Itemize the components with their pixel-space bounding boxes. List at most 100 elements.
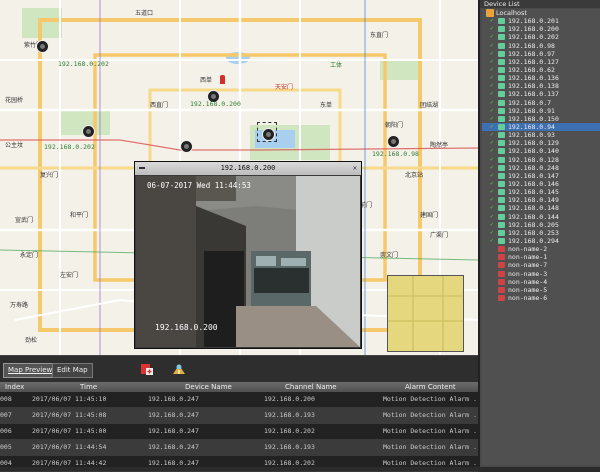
device-tree-item[interactable]: ✓ 192.168.0.253 [482,229,600,237]
device-tree-item[interactable]: non-name-3 [482,270,600,278]
add-hotspot-icon[interactable] [172,362,186,376]
checkmark-icon[interactable]: ✓ [490,42,496,49]
map-camera-icon[interactable] [387,135,400,148]
checkmark-icon[interactable]: ✓ [490,83,496,89]
device-tree-item[interactable]: ✓ 192.168.0.62 [482,66,600,74]
checkmark-icon[interactable]: ✓ [490,172,496,179]
device-tree-item[interactable]: ✓ 192.168.0.147 [482,172,600,180]
checkmark-icon[interactable]: ✓ [490,189,496,195]
device-tree-item[interactable]: non-name-6 [482,294,600,302]
checkmark-icon[interactable]: ✓ [490,237,496,244]
checkmark-icon[interactable]: ✓ [490,107,496,114]
checkmark-icon[interactable]: ✓ [490,91,496,97]
cell-device-name: 192.168.0.247 [148,411,199,419]
device-tree-item[interactable]: ✓ 192.168.0.128 [482,156,600,164]
device-tree-item[interactable]: ✓ 192.168.0.248 [482,164,600,172]
camera-online-icon [498,197,505,204]
device-list-panel: Device List Localhost ✓ 192.168.0.201 ✓ 192… [478,0,600,467]
device-tree-item-label: non-name-4 [508,277,548,286]
device-tree-root[interactable]: Localhost [482,9,600,17]
device-tree-item[interactable]: ✓ 192.168.0.149 [482,196,600,204]
device-tree-item[interactable]: ✓ 192.168.0.136 [482,74,600,82]
cell-time: 2017/06/07 11:45:00 [32,427,107,435]
device-tree-item[interactable]: ✓ 192.168.0.127 [482,58,600,66]
map-camera-icon[interactable] [180,140,193,153]
device-tree-item[interactable]: ✓ 192.168.0.146 [482,180,600,188]
column-header-alarm-content[interactable]: Alarm Content [405,382,456,392]
video-preview-window[interactable]: 192.168.0.200 ✕ 06-07-2017 Wed 11:44:53 … [134,161,362,349]
column-header-time[interactable]: Time [80,382,97,392]
device-tree-item[interactable]: ✓ 192.168.0.202 [482,33,600,41]
device-tree-item[interactable]: ✓ 192.168.0.129 [482,139,600,147]
device-tree-item[interactable]: ✓ 192.168.0.145 [482,188,600,196]
map-view[interactable]: 紫竹院 花园桥 五道口 东直门 西直门 复兴门 北京站 建国门 天安门 前门 永… [0,0,478,355]
device-tree[interactable]: Localhost ✓ 192.168.0.201 ✓ 192.168.0.200 ✓ 1… [482,9,600,465]
checkmark-icon[interactable]: ✓ [490,140,496,146]
table-row[interactable]: 004 2017/06/07 11:44:42 192.168.0.247 19… [0,456,485,472]
device-tree-item[interactable]: ✓ 192.168.0.150 [482,115,600,123]
device-tree-item[interactable]: ✓ 192.168.0.144 [482,213,600,221]
checkmark-icon[interactable]: ✓ [490,34,496,40]
column-header-device-name[interactable]: Device Name [185,382,232,392]
table-row[interactable]: 005 2017/06/07 11:44:54 192.168.0.247 19… [0,440,485,456]
map-camera-icon[interactable] [36,40,49,53]
add-map-icon[interactable] [140,362,154,376]
minimize-icon[interactable] [139,167,145,169]
device-tree-item[interactable]: non-name-4 [482,278,600,286]
device-tree-item[interactable]: ✓ 192.168.0.91 [482,107,600,115]
cell-time: 2017/06/07 11:44:42 [32,459,107,467]
checkmark-icon[interactable]: ✓ [490,221,496,228]
checkmark-icon[interactable]: ✓ [490,50,496,57]
device-tree-item-label: non-name-3 [508,269,548,278]
device-tree-item[interactable]: ✓ 192.168.0.137 [482,90,600,98]
checkmark-icon[interactable]: ✓ [490,115,496,122]
checkmark-icon[interactable]: ✓ [490,18,496,24]
column-header-index[interactable]: Index [5,382,24,392]
table-row[interactable]: 008 2017/06/07 11:45:10 192.168.0.247 19… [0,392,485,408]
device-tree-item[interactable]: non-name-2 [482,245,600,253]
device-tree-item[interactable]: ✓ 192.168.0.200 [482,25,600,33]
checkmark-icon[interactable]: ✓ [490,229,496,236]
video-window-titlebar[interactable]: 192.168.0.200 ✕ [135,162,361,175]
map-overview-thumbnail[interactable] [387,275,464,352]
checkmark-icon[interactable]: ✓ [490,205,496,211]
map-preview-button[interactable]: Map Preview [3,363,58,378]
alarm-table-header: Index Time Device Name Channel Name Alar… [0,382,478,392]
map-pin-icon[interactable] [220,75,225,84]
table-row[interactable]: 007 2017/06/07 11:45:08 192.168.0.247 19… [0,408,485,424]
device-tree-item[interactable]: non-name-7 [482,261,600,269]
device-tree-item[interactable]: ✓ 192.168.0.93 [482,131,600,139]
device-tree-item[interactable]: ✓ 192.168.0.205 [482,221,600,229]
checkmark-icon[interactable]: ✓ [490,58,496,65]
device-tree-item[interactable]: non-name-1 [482,253,600,261]
table-row[interactable]: 006 2017/06/07 11:45:00 192.168.0.247 19… [0,424,485,440]
device-tree-item[interactable]: ✓ 192.168.0.140 [482,147,600,155]
checkmark-icon[interactable]: ✓ [490,75,496,81]
checkmark-icon[interactable]: ✓ [490,164,496,171]
checkmark-icon[interactable]: ✓ [490,180,496,187]
checkmark-icon[interactable]: ✓ [490,213,496,220]
checkmark-icon[interactable]: ✓ [490,99,496,106]
device-tree-item[interactable]: ✓ 192.168.0.7 [482,99,600,107]
checkmark-icon[interactable]: ✓ [490,123,496,130]
map-camera-icon[interactable] [82,125,95,138]
column-header-channel-name[interactable]: Channel Name [285,382,337,392]
map-place-label: 花园桥 [5,97,24,104]
device-tree-item[interactable]: ✓ 192.168.0.98 [482,42,600,50]
camera-online-icon [498,156,505,163]
checkmark-icon[interactable]: ✓ [490,132,496,138]
close-icon[interactable]: ✕ [353,162,357,175]
device-tree-item[interactable]: ✓ 192.168.0.97 [482,50,600,58]
checkmark-icon[interactable]: ✓ [490,197,496,203]
checkmark-icon[interactable]: ✓ [490,156,496,163]
device-tree-item[interactable]: ✓ 192.168.0.138 [482,82,600,90]
device-tree-item[interactable]: ✓ 192.168.0.201 [482,17,600,25]
edit-map-button[interactable]: Edit Map [52,363,93,378]
device-tree-item[interactable]: non-name-5 [482,286,600,294]
checkmark-icon[interactable]: ✓ [490,26,496,32]
device-tree-item[interactable]: ✓ 192.168.0.294 [482,237,600,245]
device-tree-item[interactable]: ✓ 192.168.0.94 [482,122,600,132]
checkmark-icon[interactable]: ✓ [490,66,496,73]
checkmark-icon[interactable]: ✓ [490,148,496,154]
device-tree-item[interactable]: ✓ 192.168.0.148 [482,204,600,212]
